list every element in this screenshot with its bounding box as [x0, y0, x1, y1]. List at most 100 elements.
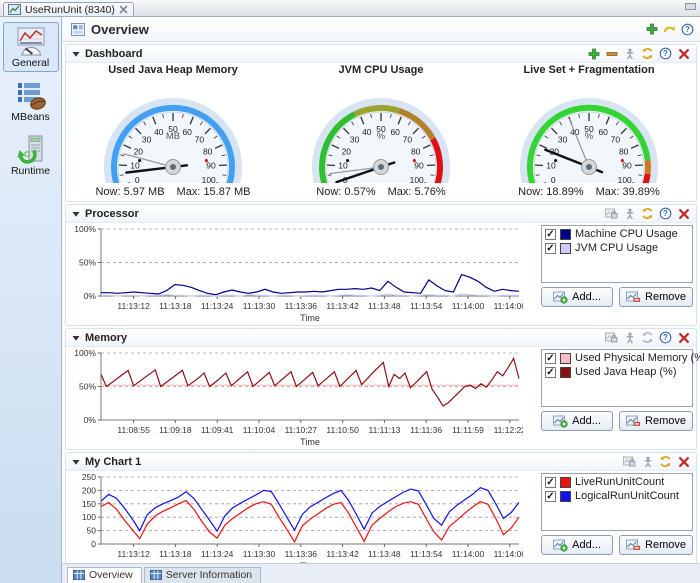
svg-text:11:13:36: 11:13:36 — [285, 301, 318, 311]
series-label: Used Physical Memory (%) — [575, 352, 700, 364]
svg-text:%: % — [585, 131, 594, 142]
sidebar-item-label: Runtime — [11, 165, 50, 177]
series-checkbox[interactable]: ✓ — [545, 243, 556, 254]
sidebar: General MBeans Runtime — [0, 17, 62, 583]
memory-toolbar: ? — [605, 331, 690, 344]
refresh-icon[interactable] — [659, 455, 672, 468]
gauge-title: Live Set + Fragmentation — [523, 64, 654, 77]
section-title: Dashboard — [85, 48, 582, 60]
sidebar-item-mbeans[interactable]: MBeans — [3, 76, 59, 126]
svg-text:40: 40 — [362, 127, 372, 137]
collapse-icon[interactable] — [72, 210, 80, 218]
memory-section-header[interactable]: Memory ? — [66, 329, 696, 347]
dashboard-section-header[interactable]: Dashboard ? — [66, 45, 696, 63]
svg-text:11:11:13: 11:11:13 — [368, 425, 400, 435]
collapse-icon[interactable] — [72, 50, 80, 58]
my-chart-1-chart: 05010015020025011:13:1211:13:1811:13:241… — [67, 473, 537, 571]
svg-text:90: 90 — [206, 161, 216, 171]
refresh-icon[interactable] — [641, 47, 654, 60]
remove-series-button[interactable]: Remove — [619, 411, 693, 431]
svg-text:11:12:22: 11:12:22 — [494, 425, 523, 435]
svg-text:11:13:24: 11:13:24 — [201, 549, 234, 559]
add-button-label: Add... — [572, 539, 601, 551]
sidebar-item-label: MBeans — [11, 111, 50, 123]
sidebar-item-general[interactable]: General — [3, 22, 59, 72]
processor-section-header[interactable]: Processor ? — [66, 205, 696, 223]
gauge-now-value: Now: 0.57% — [316, 186, 375, 199]
series-checkbox[interactable]: ✓ — [545, 353, 556, 364]
svg-text:70: 70 — [611, 135, 621, 145]
refresh-icon[interactable] — [641, 207, 654, 220]
close-icon[interactable] — [677, 207, 690, 220]
accessibility-icon[interactable] — [623, 47, 636, 60]
overview-toolbar: ? — [645, 23, 694, 36]
series-color-swatch — [560, 477, 571, 488]
collapse-icon[interactable] — [72, 334, 80, 342]
add-icon[interactable] — [587, 47, 600, 60]
help-icon[interactable]: ? — [659, 331, 672, 344]
minimize-view-icon[interactable] — [685, 3, 696, 10]
gauge-title: JVM CPU Usage — [339, 64, 424, 77]
reset-icon[interactable] — [663, 23, 676, 36]
svg-text:11:14:06: 11:14:06 — [494, 301, 523, 311]
section-title: Memory — [85, 332, 600, 344]
remove-series-button[interactable]: Remove — [619, 535, 693, 555]
series-checkbox[interactable]: ✓ — [545, 229, 556, 240]
add-series-button[interactable]: Add... — [541, 411, 613, 431]
remove-button-label: Remove — [645, 415, 686, 427]
accessibility-icon[interactable] — [641, 455, 654, 468]
accessibility-icon[interactable] — [623, 331, 636, 344]
app-window: UseRunUnit (8340) General MBeans Runtime… — [0, 0, 700, 583]
svg-text:%: % — [377, 131, 386, 142]
minus-icon[interactable] — [605, 47, 618, 60]
collapse-icon[interactable] — [72, 458, 80, 466]
svg-text:11:14:00: 11:14:00 — [452, 301, 485, 311]
freeze-icon[interactable] — [623, 455, 636, 468]
svg-text:100: 100 — [410, 175, 424, 183]
remove-series-button[interactable]: Remove — [619, 287, 693, 307]
series-checkbox[interactable]: ✓ — [545, 367, 556, 378]
add-icon[interactable] — [645, 23, 658, 36]
tab-overview[interactable]: Overview — [67, 567, 142, 583]
svg-text:11:13:12: 11:13:12 — [117, 301, 150, 311]
help-icon[interactable]: ? — [681, 23, 694, 36]
content-area: Overview ? Dashboard ? Used Java Heap Me… — [62, 17, 700, 583]
sidebar-item-label: General — [12, 57, 49, 69]
help-icon[interactable]: ? — [659, 47, 672, 60]
memory-chart: 0%50%100%11:08:5511:09:1811:09:4111:10:0… — [67, 349, 537, 447]
remove-button-label: Remove — [645, 291, 686, 303]
gauge-dial: 0102030405060708090100% — [281, 77, 481, 186]
svg-text:11:13:42: 11:13:42 — [326, 549, 359, 559]
series-checkbox[interactable]: ✓ — [545, 477, 556, 488]
editor-tab-userununit[interactable]: UseRunUnit (8340) — [3, 2, 134, 16]
close-tab-icon[interactable] — [119, 5, 128, 14]
close-icon[interactable] — [677, 331, 690, 344]
svg-text:90: 90 — [622, 161, 632, 171]
tab-server-information[interactable]: Server Information — [144, 567, 261, 583]
svg-text:80: 80 — [203, 147, 213, 157]
series-legend-item: ✓Used Java Heap (%) — [545, 366, 689, 378]
series-label: LiveRunUnitCount — [575, 476, 664, 488]
help-icon[interactable]: ? — [659, 207, 672, 220]
remove-chart-icon — [626, 415, 641, 428]
svg-text:200: 200 — [82, 485, 96, 495]
add-series-button[interactable]: Add... — [541, 287, 613, 307]
svg-text:30: 30 — [142, 135, 152, 145]
my-chart-1-section-header[interactable]: My Chart 1 — [66, 453, 696, 471]
close-icon[interactable] — [677, 455, 690, 468]
section-title: Processor — [85, 208, 600, 220]
my-chart-1-legend-panel: ✓LiveRunUnitCount✓LogicalRunUnitCount Ad… — [541, 473, 693, 571]
add-series-button[interactable]: Add... — [541, 535, 613, 555]
close-icon[interactable] — [677, 47, 690, 60]
svg-text:11:14:00: 11:14:00 — [452, 549, 485, 559]
freeze-icon[interactable] — [605, 331, 618, 344]
series-checkbox[interactable]: ✓ — [545, 491, 556, 502]
svg-text:50%: 50% — [79, 382, 96, 392]
accessibility-icon[interactable] — [623, 207, 636, 220]
freeze-icon[interactable] — [605, 207, 618, 220]
svg-text:100: 100 — [202, 175, 216, 183]
sidebar-item-runtime[interactable]: Runtime — [3, 130, 59, 180]
series-color-swatch — [560, 353, 571, 364]
editor-tabstrip: UseRunUnit (8340) — [0, 0, 700, 17]
svg-text:90: 90 — [414, 161, 424, 171]
